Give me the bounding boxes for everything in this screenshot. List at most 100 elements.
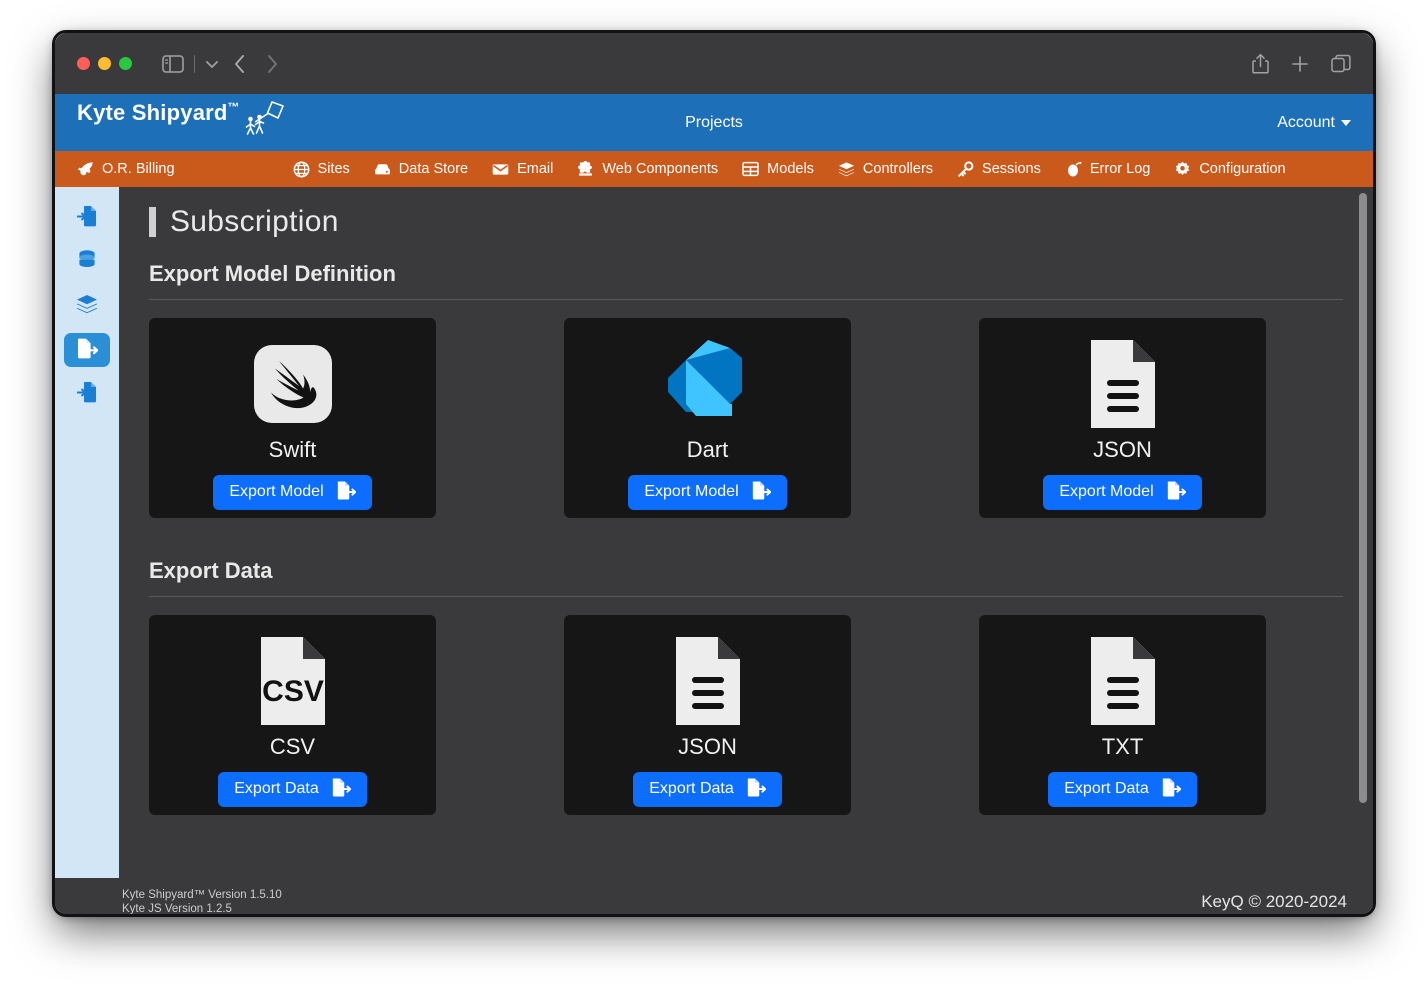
envelope-icon xyxy=(492,161,509,178)
page-title: Subscription xyxy=(149,205,1343,239)
close-window-button[interactable] xyxy=(77,57,90,70)
export-data-button-json[interactable]: Export Data xyxy=(633,771,782,807)
section-heading-export-data: Export Data xyxy=(149,558,273,583)
export-card-label: Swift xyxy=(268,436,317,462)
account-menu[interactable]: Account xyxy=(1277,114,1351,132)
nav-label: Sites xyxy=(317,161,350,177)
kite-logo-icon xyxy=(242,100,286,146)
brand-trademark: ™ xyxy=(227,99,240,114)
account-menu-label: Account xyxy=(1277,113,1335,131)
export-model-button-swift[interactable]: Export Model xyxy=(213,474,372,510)
json-file-icon xyxy=(1087,333,1159,435)
kytejs-version: Kyte JS Version 1.2.5 xyxy=(122,902,232,915)
browser-nav-arrows xyxy=(233,53,279,75)
export-card-label: CSV xyxy=(269,733,316,759)
nav-item-sites[interactable]: Sites xyxy=(293,161,350,178)
title-accent-bar xyxy=(149,207,156,237)
chevron-down-icon xyxy=(1341,119,1351,126)
section-divider xyxy=(149,299,1343,300)
version-info: Kyte Shipyard™ Version 1.5.10 Kyte JS Ve… xyxy=(69,888,282,915)
export-button-label: Export Data xyxy=(1064,780,1149,797)
plus-icon[interactable] xyxy=(1291,55,1309,73)
browser-toolbar-right xyxy=(1252,53,1351,74)
web-app: Kyte Shipyard ™ Projects Account O.R. Bi… xyxy=(55,94,1373,914)
csv-file-icon: CSV xyxy=(257,630,329,732)
export-card-swift: Swift Export Model xyxy=(149,318,436,518)
screenshot-root: Kyte Shipyard ™ Projects Account O.R. Bi… xyxy=(0,0,1428,987)
brand-name: Kyte Shipyard xyxy=(77,99,228,125)
chevron-right-icon[interactable] xyxy=(265,53,279,75)
copyright-notice: KeyQ © 2020-2024 xyxy=(1201,891,1347,911)
scrollbar-thumb[interactable] xyxy=(1359,193,1367,803)
chevron-down-icon[interactable] xyxy=(205,59,219,69)
nav-item-data-store[interactable]: Data Store xyxy=(374,161,468,178)
gear-icon xyxy=(1174,161,1191,178)
sidebar-toggle-icon[interactable] xyxy=(162,54,184,73)
export-button-label: Export Data xyxy=(234,780,319,797)
table-icon xyxy=(742,161,759,178)
layers-icon xyxy=(838,161,855,178)
window-traffic-lights xyxy=(77,57,132,70)
export-card-json-model: JSON Export Model xyxy=(979,318,1266,518)
export-model-button-dart[interactable]: Export Model xyxy=(628,474,787,510)
export-model-card-grid: Swift Export Model Dart Export Model JSO… xyxy=(149,318,1343,518)
txt-file-icon xyxy=(1087,630,1159,732)
database-icon xyxy=(77,249,97,276)
export-data-button-txt[interactable]: Export Data xyxy=(1048,771,1197,807)
nav-label: Sessions xyxy=(982,161,1041,177)
sidebar-item-file-import-2[interactable] xyxy=(64,377,110,411)
tab-overview-icon[interactable] xyxy=(1331,54,1351,74)
export-card-csv: CSV CSV Export Data xyxy=(149,615,436,815)
nav-item-email[interactable]: Email xyxy=(492,161,553,178)
export-card-label: JSON xyxy=(678,733,737,759)
minimize-window-button[interactable] xyxy=(98,57,111,70)
nav-label: Controllers xyxy=(862,161,934,177)
nav-item-error-log[interactable]: Error Log xyxy=(1065,161,1150,178)
left-icon-rail xyxy=(55,187,119,878)
browser-window: Kyte Shipyard ™ Projects Account O.R. Bi… xyxy=(55,33,1373,914)
maximize-window-button[interactable] xyxy=(119,57,132,70)
database-drive-icon xyxy=(374,161,391,178)
brand-logo[interactable]: Kyte Shipyard ™ xyxy=(77,100,286,146)
nav-item-or-billing[interactable]: O.R. Billing xyxy=(77,161,175,178)
globe-icon xyxy=(293,161,310,178)
content-scrollbar[interactable] xyxy=(1358,187,1370,878)
export-card-label: Dart xyxy=(686,436,729,462)
sidebar-item-file-import-1[interactable] xyxy=(64,201,110,235)
file-export-icon xyxy=(751,480,771,505)
svg-text:CSV: CSV xyxy=(262,675,324,708)
export-card-txt: TXT Export Data xyxy=(979,615,1266,815)
main-content: Subscription Export Model Definition Swi… xyxy=(119,187,1373,878)
file-export-icon xyxy=(331,777,351,802)
export-card-label: JSON xyxy=(1093,436,1152,462)
app-footer: Kyte Shipyard™ Version 1.5.10 Kyte JS Ve… xyxy=(55,878,1373,914)
key-icon xyxy=(957,160,974,178)
json-file-icon xyxy=(672,630,744,732)
sidebar-item-layers[interactable] xyxy=(64,289,110,323)
nav-label: Data Store xyxy=(398,161,469,177)
sidebar-item-database[interactable] xyxy=(64,245,110,279)
app-nav: O.R. Billing Sites Data Store Email Web … xyxy=(55,151,1373,187)
layers-icon xyxy=(76,294,98,319)
export-button-label: Export Data xyxy=(649,780,734,797)
export-model-button-json[interactable]: Export Model xyxy=(1043,474,1202,510)
bug-icon xyxy=(1065,161,1082,178)
nav-item-controllers[interactable]: Controllers xyxy=(838,161,933,178)
nav-item-sessions[interactable]: Sessions xyxy=(957,160,1041,178)
nav-item-configuration[interactable]: Configuration xyxy=(1174,161,1286,178)
chevron-left-icon[interactable] xyxy=(233,53,247,75)
export-button-label: Export Model xyxy=(1059,483,1154,500)
nav-item-web-components[interactable]: Web Components xyxy=(577,160,718,178)
swift-logo xyxy=(253,333,332,435)
export-button-label: Export Model xyxy=(229,483,324,500)
nav-label: Error Log xyxy=(1089,161,1151,177)
export-card-dart: Dart Export Model xyxy=(564,318,851,518)
file-export-icon xyxy=(746,777,766,802)
shipyard-version: Kyte Shipyard™ Version 1.5.10 xyxy=(122,888,282,901)
sidebar-item-file-export[interactable] xyxy=(64,333,110,367)
export-data-button-csv[interactable]: Export Data xyxy=(218,771,367,807)
share-icon[interactable] xyxy=(1252,53,1269,74)
nav-item-models[interactable]: Models xyxy=(742,161,814,178)
file-import-icon xyxy=(76,205,97,232)
